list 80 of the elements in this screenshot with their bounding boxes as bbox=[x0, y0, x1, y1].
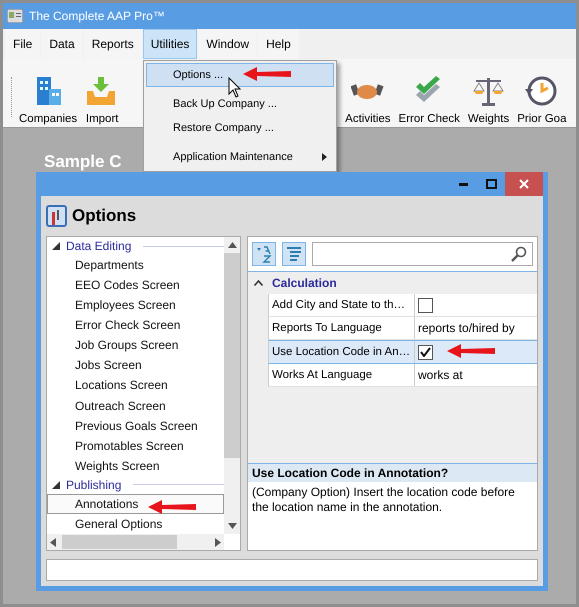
description-text: (Company Option) Insert the location code before the location name in the annotation. bbox=[251, 484, 516, 516]
tree-item[interactable]: Error Check Screen bbox=[47, 315, 224, 336]
property-value: works at bbox=[418, 368, 463, 382]
submenu-arrow-icon bbox=[322, 153, 327, 161]
toolbar-button[interactable]: Weights bbox=[464, 75, 514, 125]
tree-group[interactable]: Data Editing bbox=[66, 239, 132, 254]
tree-item[interactable]: Locations Screen bbox=[47, 375, 224, 396]
options-icon bbox=[46, 204, 68, 228]
tree-item[interactable]: EEO Codes Screen bbox=[47, 275, 224, 296]
menu-item[interactable]: File bbox=[5, 29, 40, 59]
property-row[interactable]: Add City and State to th… bbox=[268, 294, 537, 317]
menu-item[interactable]: Window bbox=[198, 29, 258, 59]
property-row[interactable]: Works At Language works at bbox=[268, 364, 537, 387]
dialog-title: Options bbox=[72, 206, 136, 226]
toolbar-button[interactable]: Import bbox=[81, 75, 124, 125]
menu-item[interactable]: Help bbox=[258, 29, 299, 59]
checkmark-icon bbox=[416, 76, 440, 102]
property-name: Add City and State to th… bbox=[269, 294, 415, 316]
inbox-download-icon bbox=[87, 77, 116, 105]
property-row[interactable]: Use Location Code in An… bbox=[268, 340, 537, 364]
expander-icon[interactable] bbox=[52, 242, 60, 250]
search-field[interactable] bbox=[312, 242, 533, 266]
tree-item[interactable]: Promotables Screen bbox=[47, 436, 224, 456]
menu-item[interactable]: Reports bbox=[84, 29, 142, 59]
collapse-icon[interactable] bbox=[254, 280, 263, 286]
menu-option[interactable]: Back Up Company ... bbox=[146, 92, 334, 116]
tree-group[interactable]: Publishing bbox=[66, 478, 122, 492]
pointer-arrow-icon bbox=[243, 66, 293, 82]
scroll-up-icon[interactable] bbox=[228, 242, 236, 248]
tree-item[interactable]: Previous Goals Screen bbox=[47, 416, 224, 436]
property-name: Reports To Language bbox=[269, 317, 415, 339]
menu-item[interactable]: Data bbox=[41, 29, 83, 59]
property-name: Works At Language bbox=[269, 364, 415, 386]
scroll-left-icon[interactable] bbox=[50, 538, 56, 546]
toolbar-button[interactable]: Companies bbox=[15, 75, 82, 125]
mouse-cursor-icon bbox=[228, 77, 242, 99]
toolbar-button[interactable]: Prior Goa bbox=[513, 75, 570, 125]
toolbar-button[interactable]: Error Check bbox=[394, 75, 464, 125]
menu-option[interactable]: Application Maintenance bbox=[146, 145, 334, 169]
scroll-down-icon[interactable] bbox=[228, 523, 236, 529]
menu-item[interactable]: Utilities bbox=[142, 29, 198, 59]
app-icon bbox=[7, 9, 23, 23]
tree-item[interactable]: Outreach Screen bbox=[47, 396, 224, 416]
expander-icon[interactable] bbox=[52, 480, 60, 489]
maximize-icon bbox=[486, 179, 496, 189]
minimize-icon bbox=[458, 182, 468, 186]
tree-item[interactable]: Departments bbox=[47, 255, 224, 276]
window-title: The Complete AAP Pro™ bbox=[29, 9, 165, 23]
tree-item[interactable]: General Options bbox=[47, 514, 224, 534]
description-title: Use Location Code in Annotation? bbox=[248, 464, 537, 482]
building-icon bbox=[37, 77, 62, 105]
category-label: Calculation bbox=[272, 276, 337, 290]
pointer-arrow-icon bbox=[447, 343, 497, 359]
property-name: Use Location Code in An… bbox=[269, 341, 415, 363]
lines-icon bbox=[286, 246, 302, 262]
horizontal-scrollbar[interactable] bbox=[47, 534, 224, 550]
search-icon bbox=[511, 246, 527, 262]
sort-az-icon bbox=[256, 245, 272, 263]
sort-alphabetical-button[interactable] bbox=[252, 242, 276, 266]
tree-item[interactable]: Weights Screen bbox=[47, 456, 224, 476]
tree-item[interactable]: Employees Screen bbox=[47, 295, 224, 316]
categorized-button[interactable] bbox=[282, 242, 306, 266]
scroll-right-icon[interactable] bbox=[215, 538, 221, 546]
close-icon bbox=[519, 179, 529, 189]
checkbox[interactable] bbox=[418, 344, 433, 360]
toolbar-button[interactable]: Activities bbox=[341, 75, 395, 125]
scale-icon bbox=[472, 78, 504, 106]
handshake-icon bbox=[350, 84, 384, 99]
vertical-scrollbar[interactable] bbox=[224, 237, 240, 534]
property-value: reports to/hired by bbox=[418, 321, 515, 335]
tree-item[interactable]: Jobs Screen bbox=[47, 355, 224, 376]
pointer-arrow-icon bbox=[148, 499, 198, 515]
clock-icon bbox=[524, 76, 556, 106]
tree-item[interactable]: Job Groups Screen bbox=[47, 335, 224, 356]
tree-item[interactable]: Annotations bbox=[47, 494, 224, 514]
menu-option[interactable]: Options ... bbox=[146, 63, 334, 87]
company-title: Sample C bbox=[44, 152, 122, 172]
menu-option[interactable]: Restore Company ... bbox=[146, 116, 334, 140]
checkbox[interactable] bbox=[418, 298, 433, 312]
close-button[interactable] bbox=[505, 172, 543, 196]
